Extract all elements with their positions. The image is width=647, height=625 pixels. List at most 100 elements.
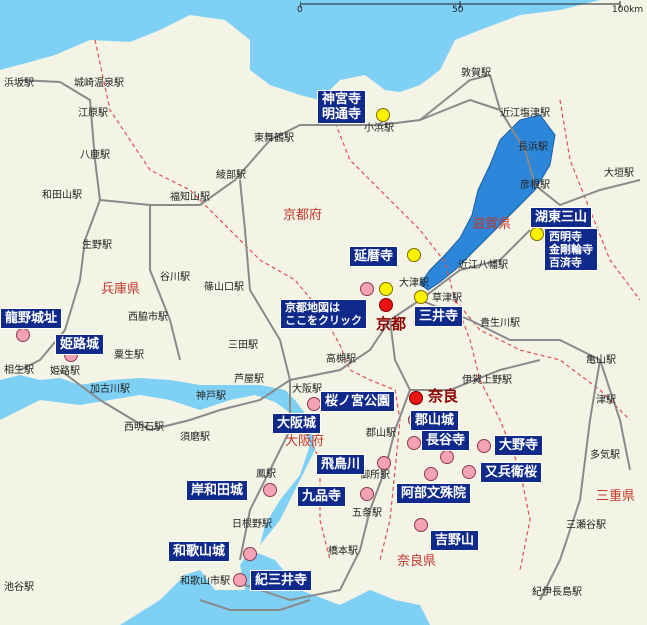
poi-marker-matabe[interactable] (462, 465, 476, 479)
label-yoshino[interactable]: 吉野山 (430, 530, 480, 551)
poi-marker-abe[interactable] (424, 467, 438, 481)
label-tatsuno[interactable]: 龍野城址 (0, 308, 63, 329)
label-miidera[interactable]: 三井寺 (414, 306, 464, 327)
poi-marker-tatsuno[interactable] (16, 328, 30, 342)
label-line: 西明寺 (549, 230, 582, 243)
poi-marker-yoshino[interactable] (414, 518, 428, 532)
station-label: 近江八幡駅 (458, 260, 508, 271)
station-label: 彦根駅 (520, 180, 550, 191)
label-line: 百済寺 (549, 256, 582, 269)
poi-marker-onodera[interactable] (477, 439, 491, 453)
scale-tick-0: 0 (297, 5, 303, 15)
station-label: 粟生駅 (114, 350, 144, 361)
label-wakayama[interactable]: 和歌山城 (168, 541, 231, 562)
label-koriyama[interactable]: 郡山城 (410, 410, 460, 431)
label-kotou-sanzan[interactable]: 湖東三山 (530, 207, 593, 228)
pref-hyogo: 兵庫県 (101, 282, 141, 297)
station-label: 日根野駅 (232, 519, 272, 530)
station-label: 敦賀駅 (461, 68, 491, 79)
station-label: 八鹿駅 (80, 150, 110, 161)
station-label: 大津駅 (399, 278, 429, 289)
poi-marker-enryakuji[interactable] (407, 248, 421, 262)
label-line: 神宮寺 (322, 92, 362, 107)
station-label: 相生駅 (4, 365, 34, 376)
station-label: 大阪駅 (292, 384, 322, 395)
pref-shiga: 滋賀県 (472, 217, 512, 232)
poi-marker-kishiwada[interactable] (263, 483, 277, 497)
label-kimiidera[interactable]: 紀三井寺 (250, 570, 313, 591)
scale-bar-line (300, 1, 621, 8)
label-line: 明通寺 (322, 107, 362, 122)
scale-tick-50: 50 (452, 5, 464, 15)
station-label: 鳳駅 (256, 469, 276, 480)
label-line: 京都地図は (285, 301, 340, 314)
label-asukagawa[interactable]: 飛鳥川 (316, 454, 366, 475)
station-label: 姫路駅 (50, 366, 80, 377)
poi-marker-sakuranomiya[interactable] (307, 397, 321, 411)
label-line: ここをクリック (285, 314, 362, 327)
station-label: 綾部駅 (216, 170, 246, 181)
station-label: 五条駅 (352, 508, 382, 519)
station-label: 草津駅 (432, 293, 462, 304)
station-label: 生野駅 (82, 240, 112, 251)
label-abe-monju[interactable]: 阿部文殊院 (396, 483, 472, 504)
poi-marker-miidera[interactable] (414, 290, 428, 304)
station-label: 紀伊長島駅 (532, 587, 582, 598)
poi-marker-jingu[interactable] (376, 108, 390, 122)
station-label: 神戸駅 (196, 391, 226, 402)
station-label: 長浜駅 (518, 142, 548, 153)
station-label: 貴生川駅 (480, 318, 520, 329)
poi-marker-nara[interactable] (409, 391, 423, 405)
city-kyoto: 京都 (376, 315, 407, 333)
city-nara: 奈良 (428, 387, 459, 405)
pref-kyoto: 京都府 (283, 208, 323, 223)
label-hasedera[interactable]: 長谷寺 (421, 430, 471, 451)
label-line: 金剛輪寺 (549, 243, 593, 256)
pref-mie: 三重県 (596, 489, 636, 504)
station-label: 西脇市駅 (128, 312, 168, 323)
station-label: 郡山駅 (366, 428, 396, 439)
poi-marker-kuhonji[interactable] (360, 487, 374, 501)
label-onodera[interactable]: 大野寺 (494, 435, 544, 456)
station-label: 江原駅 (78, 108, 108, 119)
label-matabe[interactable]: 又兵衛桜 (480, 462, 543, 483)
station-label: 高槻駅 (326, 354, 356, 365)
label-enryakuji[interactable]: 延暦寺 (349, 246, 399, 267)
station-label: 芦屋駅 (234, 374, 264, 385)
poi-marker-hasedera-2[interactable] (440, 450, 454, 464)
station-label: 多気駅 (590, 450, 620, 461)
label-kishiwada[interactable]: 岸和田城 (186, 480, 249, 501)
station-label: 和歌山市駅 (180, 576, 230, 587)
poi-marker-hasedera[interactable] (407, 436, 421, 450)
station-label: 和田山駅 (42, 190, 82, 201)
scale-bar: 0 50 100km (297, 0, 644, 15)
label-osakajo[interactable]: 大阪城 (272, 413, 322, 434)
poi-marker-kyoto[interactable] (379, 298, 393, 312)
station-label: 篠山口駅 (204, 282, 244, 293)
label-kotou-temples[interactable]: 西明寺 金剛輪寺 百済寺 (544, 228, 598, 271)
station-label: 福知山駅 (170, 192, 210, 203)
label-sakuranomiya[interactable]: 桜ノ宮公園 (320, 391, 396, 412)
station-label: 伊賀上野駅 (462, 375, 512, 386)
poi-marker-kyoto-north[interactable] (379, 282, 393, 296)
poi-marker-asukagawa[interactable] (377, 456, 391, 470)
label-himeji[interactable]: 姫路城 (55, 334, 105, 355)
station-label: 加古川駅 (90, 384, 130, 395)
poi-marker-kyoto-west[interactable] (360, 282, 374, 296)
station-label: 津駅 (596, 395, 616, 406)
station-label: 小浜駅 (364, 123, 394, 134)
station-label: 橋本駅 (328, 546, 358, 557)
kyoto-map-link[interactable]: 京都地図は ここをクリック (280, 299, 367, 329)
pref-nara: 奈良県 (397, 554, 437, 569)
station-label: 大垣駅 (604, 168, 634, 179)
scale-tick-100: 100km (612, 5, 644, 15)
station-label: 亀山駅 (586, 355, 616, 366)
station-label: 三瀬谷駅 (566, 520, 606, 531)
station-label: 浜坂駅 (4, 78, 34, 89)
label-jingu-myotsuji[interactable]: 神宮寺 明通寺 (317, 90, 367, 124)
poi-marker-wakayama[interactable] (243, 547, 257, 561)
poi-marker-kotou[interactable] (530, 227, 544, 241)
label-kuhonji[interactable]: 九品寺 (297, 486, 347, 507)
station-label: 谷川駅 (160, 272, 190, 283)
poi-marker-kimiidera[interactable] (233, 573, 247, 587)
